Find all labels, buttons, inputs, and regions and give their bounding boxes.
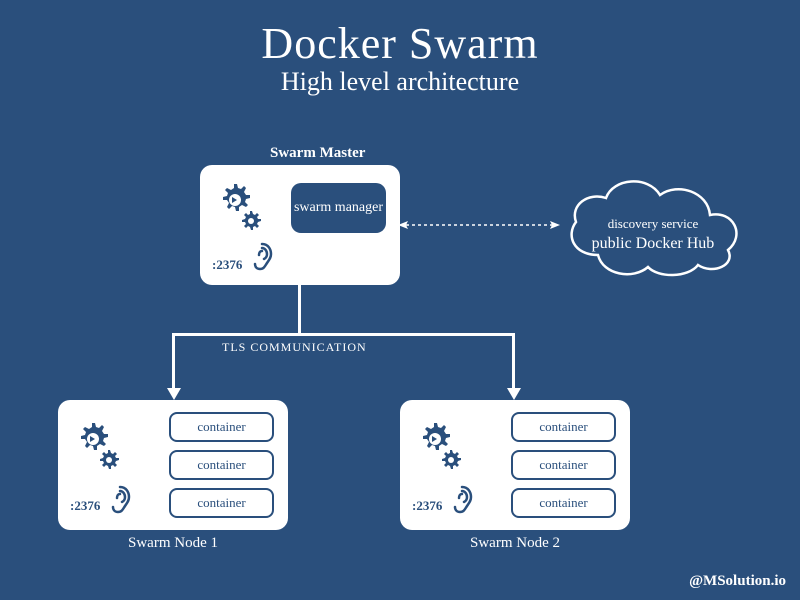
arrowhead-icon (507, 388, 521, 400)
swarm-node-1-label: Swarm Node 1 (128, 535, 218, 552)
arrowhead-icon (167, 388, 181, 400)
container-box: container (169, 412, 274, 442)
cloud-line2: public Docker Hub (558, 233, 748, 255)
page-title: Docker Swarm (0, 0, 800, 69)
bidirectional-arrow (398, 218, 560, 226)
swarm-master-label: Swarm Master (270, 145, 365, 162)
gears-icon (212, 179, 270, 242)
gears-icon (70, 418, 128, 481)
swarm-manager-box: swarm manager (291, 183, 386, 233)
discovery-cloud: discovery service public Docker Hub (558, 170, 748, 280)
page-subtitle: High level architecture (0, 67, 800, 97)
connector-line (298, 285, 301, 335)
node1-port-label: :2376 (70, 498, 100, 514)
container-box: container (169, 488, 274, 518)
node2-port-label: :2376 (412, 498, 442, 514)
connector-line (512, 333, 515, 390)
swarm-master-box: swarm manager :2376 (200, 165, 400, 285)
swarm-node-1-box: :2376 container container container (58, 400, 288, 530)
tls-label: TLS COMMUNICATION (222, 340, 367, 355)
cloud-text: discovery service public Docker Hub (558, 215, 748, 256)
gears-icon (412, 418, 470, 481)
cloud-line1: discovery service (558, 215, 748, 233)
ear-icon (250, 242, 274, 277)
master-port-label: :2376 (212, 257, 242, 273)
ear-icon (108, 485, 132, 520)
swarm-node-2-label: Swarm Node 2 (470, 535, 560, 552)
container-box: container (511, 488, 616, 518)
container-box: container (169, 450, 274, 480)
connector-line (172, 333, 515, 336)
ear-icon (450, 485, 474, 520)
swarm-node-2-box: :2376 container container container (400, 400, 630, 530)
container-box: container (511, 412, 616, 442)
credit-label: @MSolution.io (689, 573, 786, 590)
container-box: container (511, 450, 616, 480)
connector-line (172, 333, 175, 390)
